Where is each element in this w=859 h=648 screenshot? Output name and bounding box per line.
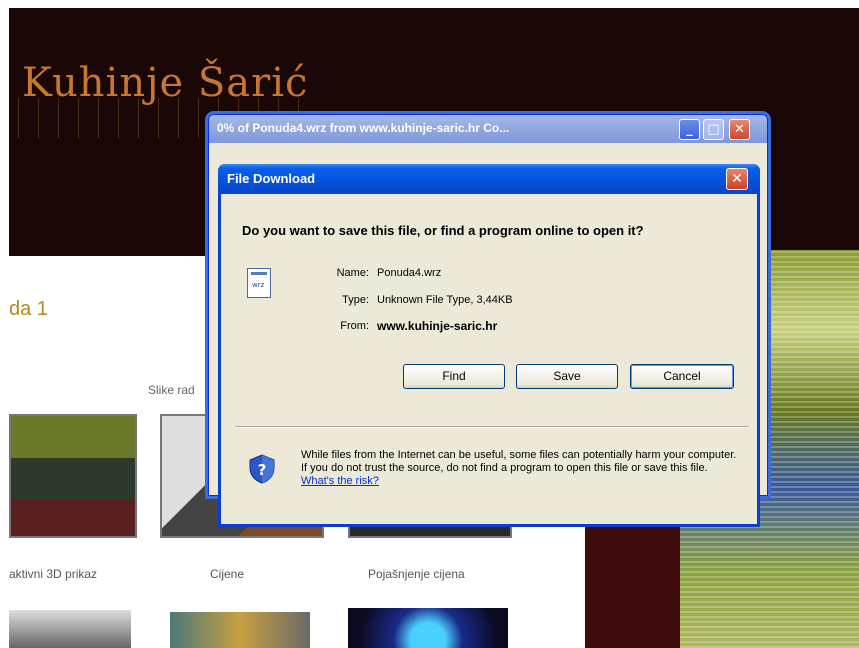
- gallery-thumbnail[interactable]: [348, 608, 508, 648]
- close-icon: ✕: [731, 171, 743, 187]
- minimize-button[interactable]: _: [679, 119, 700, 140]
- gallery-caption[interactable]: aktivni 3D prikaz: [9, 567, 97, 581]
- warning-message: While files from the Internet can be use…: [301, 449, 737, 474]
- page-margin: [0, 0, 9, 648]
- cancel-button[interactable]: Cancel: [630, 364, 734, 389]
- page-heading: da 1: [9, 298, 48, 320]
- document-icon-text: wrz: [252, 281, 265, 289]
- dialog-question: Do you want to save this file, or find a…: [242, 223, 644, 238]
- document-icon: wrz: [247, 268, 271, 298]
- from-value: www.kuhinje-saric.hr: [377, 319, 498, 333]
- gallery-thumbnail[interactable]: [9, 414, 137, 538]
- gallery-thumbnail[interactable]: [170, 612, 310, 648]
- close-button[interactable]: ✕: [729, 119, 750, 140]
- maximize-button[interactable]: □: [703, 119, 724, 140]
- site-logo[interactable]: Kuhinje Šarić: [22, 60, 308, 106]
- minimize-icon: _: [686, 122, 693, 137]
- file-download-dialog: File Download ✕ Do you want to save this…: [218, 164, 760, 527]
- from-label: From:: [340, 320, 369, 332]
- type-value: Unknown File Type, 3,44KB: [377, 294, 513, 306]
- find-button[interactable]: Find: [403, 364, 505, 389]
- security-warning: While files from the Internet can be use…: [301, 449, 741, 488]
- svg-text:?: ?: [258, 461, 267, 479]
- type-label: Type:: [342, 294, 369, 306]
- save-button[interactable]: Save: [516, 364, 618, 389]
- name-value: Ponuda4.wrz: [377, 267, 442, 279]
- divider: [235, 427, 749, 428]
- dialog-title: File Download: [227, 171, 316, 186]
- gallery-caption[interactable]: Pojašnjenje cijena: [368, 567, 465, 581]
- document-icon-band: [251, 272, 267, 275]
- gallery-label: Slike rad: [148, 383, 195, 397]
- maximize-icon: □: [707, 122, 720, 137]
- gallery-caption[interactable]: Cijene: [210, 567, 244, 581]
- progress-window-title: 0% of Ponuda4.wrz from www.kuhinje-saric…: [217, 121, 510, 135]
- dialog-close-button[interactable]: ✕: [726, 168, 748, 190]
- progress-titlebar[interactable]: 0% of Ponuda4.wrz from www.kuhinje-saric…: [209, 115, 767, 143]
- dialog-titlebar[interactable]: File Download ✕: [218, 164, 760, 194]
- whats-the-risk-link[interactable]: What's the risk?: [301, 475, 379, 487]
- name-label: Name:: [336, 267, 369, 279]
- gallery-thumbnail[interactable]: [9, 610, 131, 648]
- shield-question-icon: ?: [249, 454, 275, 484]
- close-icon: ✕: [734, 122, 745, 137]
